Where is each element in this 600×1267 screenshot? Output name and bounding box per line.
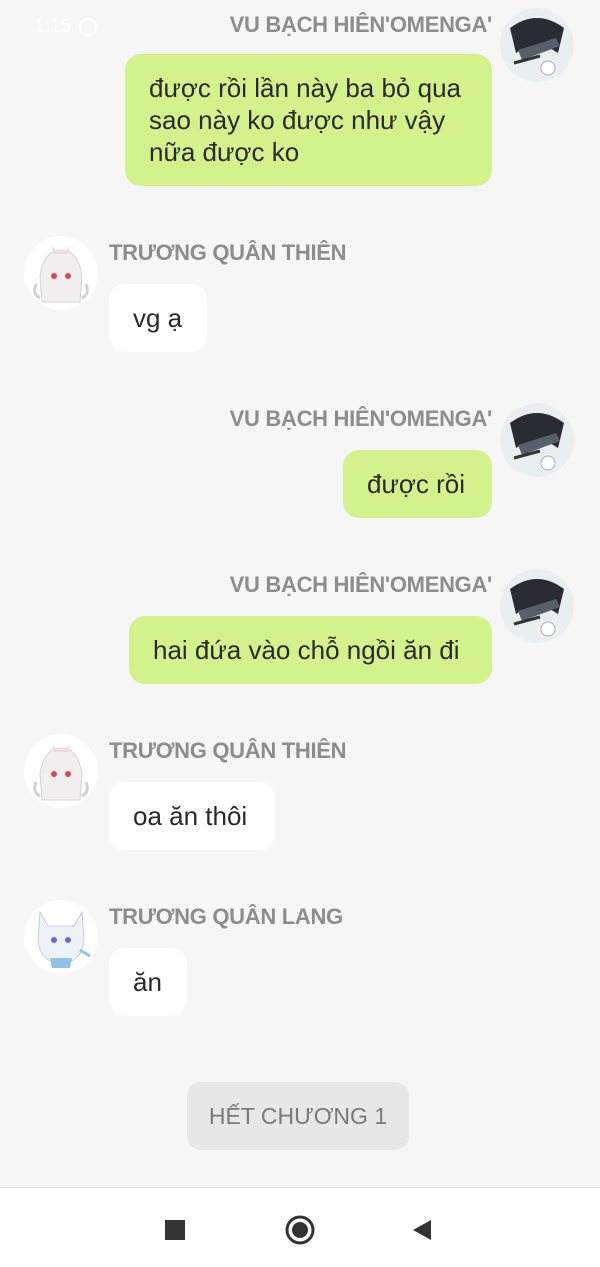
message-line: được rồi lần này ba bỏ qua: [149, 73, 461, 103]
avatar-lang[interactable]: [24, 900, 98, 974]
home-button[interactable]: [280, 1210, 320, 1250]
message-bubble[interactable]: oa ăn thôi: [109, 782, 275, 850]
status-bar: 1:15: [34, 16, 97, 38]
avatar-thien[interactable]: [24, 734, 98, 808]
message-bubble[interactable]: vg ạ: [109, 284, 207, 352]
chapter-end-badge: HẾT CHƯƠNG 1: [187, 1082, 409, 1150]
alarm-icon: [78, 18, 97, 36]
message-bubble[interactable]: được rồi: [343, 450, 492, 518]
square-icon: [165, 1220, 185, 1240]
navigation-bar: [0, 1187, 600, 1267]
sender-name: VU BẠCH HIÊN'OMENGA': [229, 406, 493, 431]
sender-name: VU BẠCH HIÊN'OMENGA': [229, 12, 493, 37]
sender-name: TRƯƠNG QUÂN THIÊN: [109, 240, 347, 265]
avatar-thien[interactable]: [24, 236, 98, 310]
triangle-icon: [413, 1220, 431, 1240]
message-text: được rồi: [367, 469, 466, 499]
sender-name: TRƯƠNG QUÂN THIÊN: [109, 738, 347, 763]
message-text: vg ạ: [133, 303, 183, 333]
message-bubble[interactable]: hai đứa vào chỗ ngồi ăn đi: [129, 616, 492, 684]
circle-icon: [285, 1215, 315, 1245]
clock: 1:15: [34, 16, 71, 37]
message-line: nữa được ko: [149, 137, 300, 167]
message-line: sao này ko được như vậy: [149, 105, 446, 135]
message-bubble[interactable]: ăn: [109, 948, 187, 1016]
avatar-hien[interactable]: [500, 569, 574, 643]
avatar-hien[interactable]: [500, 403, 574, 477]
message-bubble[interactable]: được rồi lần này ba bỏ qua sao này ko đư…: [125, 54, 492, 186]
recents-button[interactable]: [155, 1210, 195, 1250]
message-text: hai đứa vào chỗ ngồi ăn đi: [153, 635, 460, 665]
sender-name: TRƯƠNG QUÂN LANG: [109, 904, 343, 929]
message-text: oa ăn thôi: [133, 801, 248, 831]
avatar-hien[interactable]: [500, 8, 574, 82]
back-button[interactable]: [402, 1210, 442, 1250]
sender-name: VU BẠCH HIÊN'OMENGA': [229, 572, 493, 597]
message-text: ăn: [133, 967, 162, 997]
